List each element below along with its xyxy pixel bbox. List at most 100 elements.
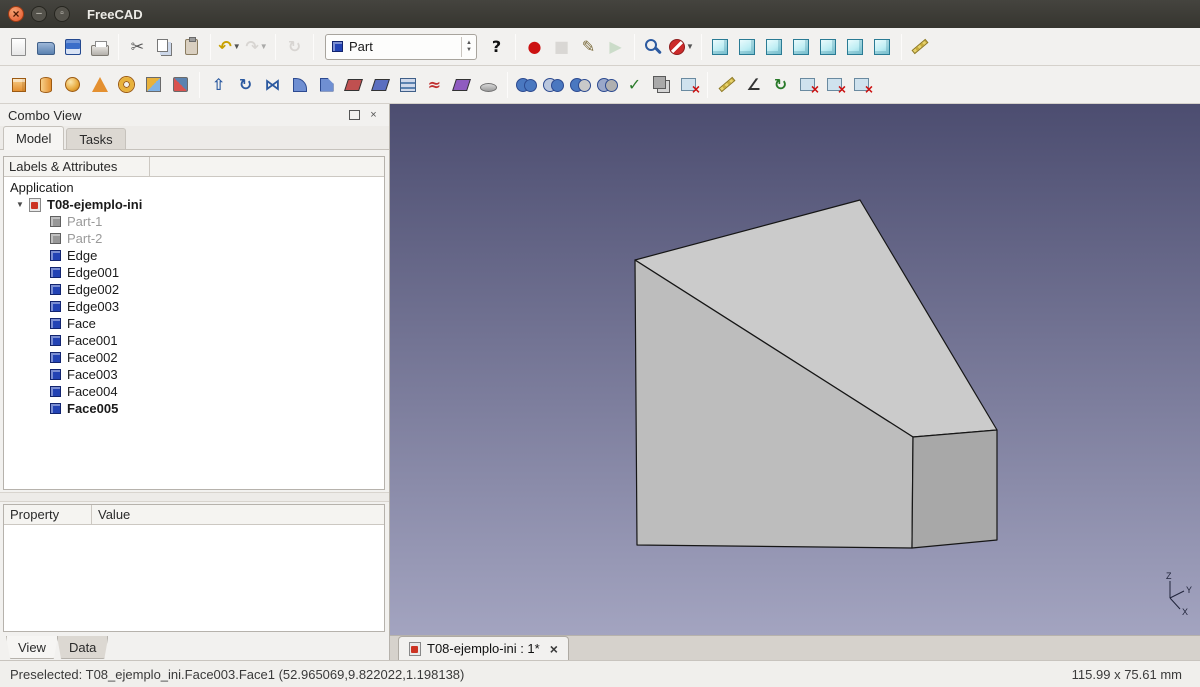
window-close-button[interactable]: × xyxy=(8,6,24,22)
panel-splitter[interactable] xyxy=(0,492,389,502)
part-mirror-button[interactable]: ⋈ xyxy=(259,70,286,100)
draw-style-button[interactable]: ▼ xyxy=(667,32,696,62)
tree-item-edge002[interactable]: Edge002 xyxy=(4,281,384,298)
tree-item-face004[interactable]: Face004 xyxy=(4,383,384,400)
document-tab-close-button[interactable]: × xyxy=(550,641,558,657)
property-column-header[interactable]: Property xyxy=(4,505,92,524)
view-right-button[interactable] xyxy=(788,32,815,62)
view-left-button[interactable] xyxy=(869,32,896,62)
macro-record-icon: ● xyxy=(528,39,542,55)
panel-float-button[interactable] xyxy=(347,108,362,123)
window-maximize-button[interactable]: ▫ xyxy=(54,6,70,22)
print-document-button[interactable] xyxy=(86,32,113,62)
part-make-face-button[interactable] xyxy=(340,70,367,100)
workbench-spinner-icon[interactable]: ▲▼ xyxy=(461,37,472,57)
open-document-button[interactable] xyxy=(32,32,59,62)
expand-arrow-icon[interactable]: ▼ xyxy=(16,200,25,209)
3d-viewport[interactable]: Z Y X xyxy=(390,104,1200,635)
view-top-button[interactable] xyxy=(761,32,788,62)
fit-all-button[interactable] xyxy=(640,32,667,62)
window-minimize-button[interactable]: – xyxy=(31,6,47,22)
part-box-button[interactable] xyxy=(5,70,32,100)
part-defeaturing-button[interactable] xyxy=(675,70,702,100)
tree-item-part-1[interactable]: Part-1 xyxy=(4,213,384,230)
cut-button[interactable]: ✂ xyxy=(124,32,151,62)
tree-item-face002[interactable]: Face002 xyxy=(4,349,384,366)
part-sweep-button[interactable]: ≈ xyxy=(421,70,448,100)
measure-linear-button[interactable] xyxy=(713,70,740,100)
view-isometric-button[interactable] xyxy=(707,32,734,62)
redo-dropdown-icon[interactable]: ▼ xyxy=(260,42,268,51)
shape-icon xyxy=(50,250,61,261)
part-boolean-cut-button[interactable] xyxy=(567,70,594,100)
part-cone-button[interactable] xyxy=(86,70,113,100)
tab-data[interactable]: Data xyxy=(57,636,108,659)
document-tab[interactable]: T08-ejemplo-ini : 1* × xyxy=(398,636,569,660)
tab-model[interactable]: Model xyxy=(3,126,64,150)
part-cylinder-button[interactable] xyxy=(32,70,59,100)
tree-item-part-2[interactable]: Part-2 xyxy=(4,230,384,247)
part-chamfer-icon xyxy=(320,78,334,92)
tree-item-face[interactable]: Face xyxy=(4,315,384,332)
part-compound-button[interactable] xyxy=(648,70,675,100)
measure-angular-button[interactable]: ∠ xyxy=(740,70,767,100)
axis-x-label: X xyxy=(1182,607,1188,617)
tab-tasks[interactable]: Tasks xyxy=(66,128,125,149)
tree-item-edge003[interactable]: Edge003 xyxy=(4,298,384,315)
part-ruled-surface-button[interactable] xyxy=(367,70,394,100)
value-column-header[interactable]: Value xyxy=(92,505,384,524)
tree-column-header[interactable]: Labels & Attributes xyxy=(4,157,150,176)
freecad-window: × – ▫ FreeCAD ✂↶▼↷▼↻ Part ▲▼ ?●■✎▶▼ ⇧↻⋈≈… xyxy=(0,0,1200,687)
part-extrude-button[interactable]: ⇧ xyxy=(205,70,232,100)
part-fillet-button[interactable] xyxy=(286,70,313,100)
part-mirror-icon: ⋈ xyxy=(265,77,281,93)
new-document-button[interactable] xyxy=(5,32,32,62)
workbench-selected-value: Part xyxy=(349,39,455,54)
measure-clear-all-button[interactable] xyxy=(794,70,821,100)
tree-item-face001[interactable]: Face001 xyxy=(4,332,384,349)
object-face-right[interactable] xyxy=(912,430,997,548)
part-section-button[interactable] xyxy=(448,70,475,100)
part-cross-sections-button[interactable] xyxy=(475,70,502,100)
part-boolean-cut-icon xyxy=(570,78,591,91)
part-torus-button[interactable] xyxy=(113,70,140,100)
save-document-button[interactable] xyxy=(59,32,86,62)
measure-refresh-button[interactable]: ↻ xyxy=(767,70,794,100)
tree-item-edge001[interactable]: Edge001 xyxy=(4,264,384,281)
undo-dropdown-icon[interactable]: ▼ xyxy=(233,42,241,51)
measure-distance-button[interactable] xyxy=(907,32,934,62)
tree-item-application[interactable]: Application xyxy=(4,179,384,196)
whats-this-button[interactable]: ? xyxy=(483,32,510,62)
tree-item-t08-ejemplo-ini[interactable]: ▼T08-ejemplo-ini xyxy=(4,196,384,213)
view-front-button[interactable] xyxy=(734,32,761,62)
copy-button[interactable] xyxy=(151,32,178,62)
part-loft-button[interactable] xyxy=(394,70,421,100)
view-bottom-button[interactable] xyxy=(842,32,869,62)
draw-style-dropdown-icon[interactable]: ▼ xyxy=(686,42,694,51)
workbench-selector[interactable]: Part ▲▼ xyxy=(325,34,477,60)
part-boolean-union-button[interactable] xyxy=(513,70,540,100)
undo-button[interactable]: ↶▼ xyxy=(216,32,243,62)
part-revolve-button[interactable]: ↻ xyxy=(232,70,259,100)
macro-stop-icon: ■ xyxy=(554,39,569,55)
part-shape-builder-button[interactable] xyxy=(167,70,194,100)
part-chamfer-button[interactable] xyxy=(313,70,340,100)
view-rear-button[interactable] xyxy=(815,32,842,62)
part-sphere-button[interactable] xyxy=(59,70,86,100)
part-boolean-button[interactable] xyxy=(594,70,621,100)
panel-close-button[interactable]: × xyxy=(366,108,381,123)
part-check-geometry-button[interactable]: ✓ xyxy=(621,70,648,100)
measure-toggle-3d-button[interactable] xyxy=(848,70,875,100)
tree-item-edge[interactable]: Edge xyxy=(4,247,384,264)
macro-edit-button[interactable]: ✎ xyxy=(575,32,602,62)
combo-view-panel: Combo View × Model Tasks Labels & Attrib… xyxy=(0,104,390,660)
measure-toggle-all-button[interactable] xyxy=(821,70,848,100)
macro-record-button[interactable]: ● xyxy=(521,32,548,62)
part-boolean-common-button[interactable] xyxy=(540,70,567,100)
tree-item-label: Edge002 xyxy=(67,282,119,297)
tree-item-face005[interactable]: Face005 xyxy=(4,400,384,417)
paste-button[interactable] xyxy=(178,32,205,62)
tree-item-face003[interactable]: Face003 xyxy=(4,366,384,383)
part-create-primitives-button[interactable] xyxy=(140,70,167,100)
tab-view[interactable]: View xyxy=(6,636,58,659)
